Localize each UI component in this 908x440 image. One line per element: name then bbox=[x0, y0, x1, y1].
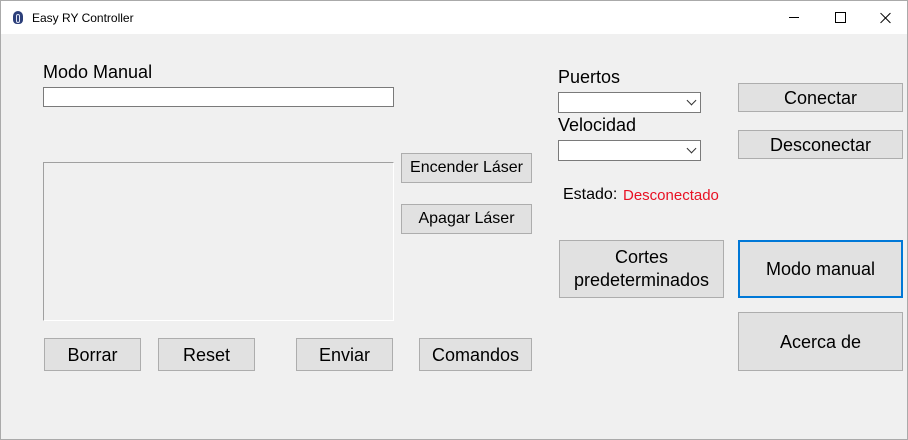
title-bar: Easy RY Controller bbox=[1, 1, 907, 34]
close-icon bbox=[880, 12, 892, 24]
enviar-button[interactable]: Enviar bbox=[296, 338, 393, 371]
chevron-down-icon bbox=[686, 143, 697, 154]
velocidad-dropdown[interactable] bbox=[558, 140, 701, 161]
estado-label: Estado: bbox=[563, 186, 618, 203]
modo-manual-button[interactable]: Modo manual bbox=[738, 240, 903, 298]
close-button[interactable] bbox=[863, 1, 907, 34]
puertos-dropdown[interactable] bbox=[558, 92, 701, 113]
output-textarea[interactable] bbox=[43, 162, 394, 321]
cortes-predeterminados-button[interactable]: Cortes predeterminados bbox=[559, 240, 724, 298]
puertos-label: Puertos bbox=[558, 67, 621, 87]
desconectar-button[interactable]: Desconectar bbox=[738, 130, 903, 159]
maximize-button[interactable] bbox=[817, 1, 863, 34]
chevron-down-icon bbox=[686, 95, 697, 106]
borrar-button[interactable]: Borrar bbox=[44, 338, 141, 371]
comandos-button[interactable]: Comandos bbox=[419, 338, 532, 371]
manual-mode-label: Modo Manual bbox=[43, 62, 153, 82]
manual-command-input[interactable] bbox=[43, 87, 394, 107]
apagar-laser-button[interactable]: Apagar Láser bbox=[401, 204, 532, 234]
maximize-icon bbox=[834, 12, 846, 23]
minimize-button[interactable] bbox=[771, 1, 817, 34]
acerca-de-button[interactable]: Acerca de bbox=[738, 312, 903, 371]
minimize-icon bbox=[789, 17, 799, 18]
app-window: Easy RY Controller Modo Manual Encender … bbox=[0, 0, 908, 440]
velocidad-label: Velocidad bbox=[558, 115, 637, 135]
estado-value: Desconectado bbox=[623, 187, 719, 204]
conectar-button[interactable]: Conectar bbox=[738, 83, 903, 112]
encender-laser-button[interactable]: Encender Láser bbox=[401, 153, 532, 183]
window-title: Easy RY Controller bbox=[32, 11, 134, 25]
reset-button[interactable]: Reset bbox=[158, 338, 255, 371]
app-icon bbox=[13, 11, 23, 24]
